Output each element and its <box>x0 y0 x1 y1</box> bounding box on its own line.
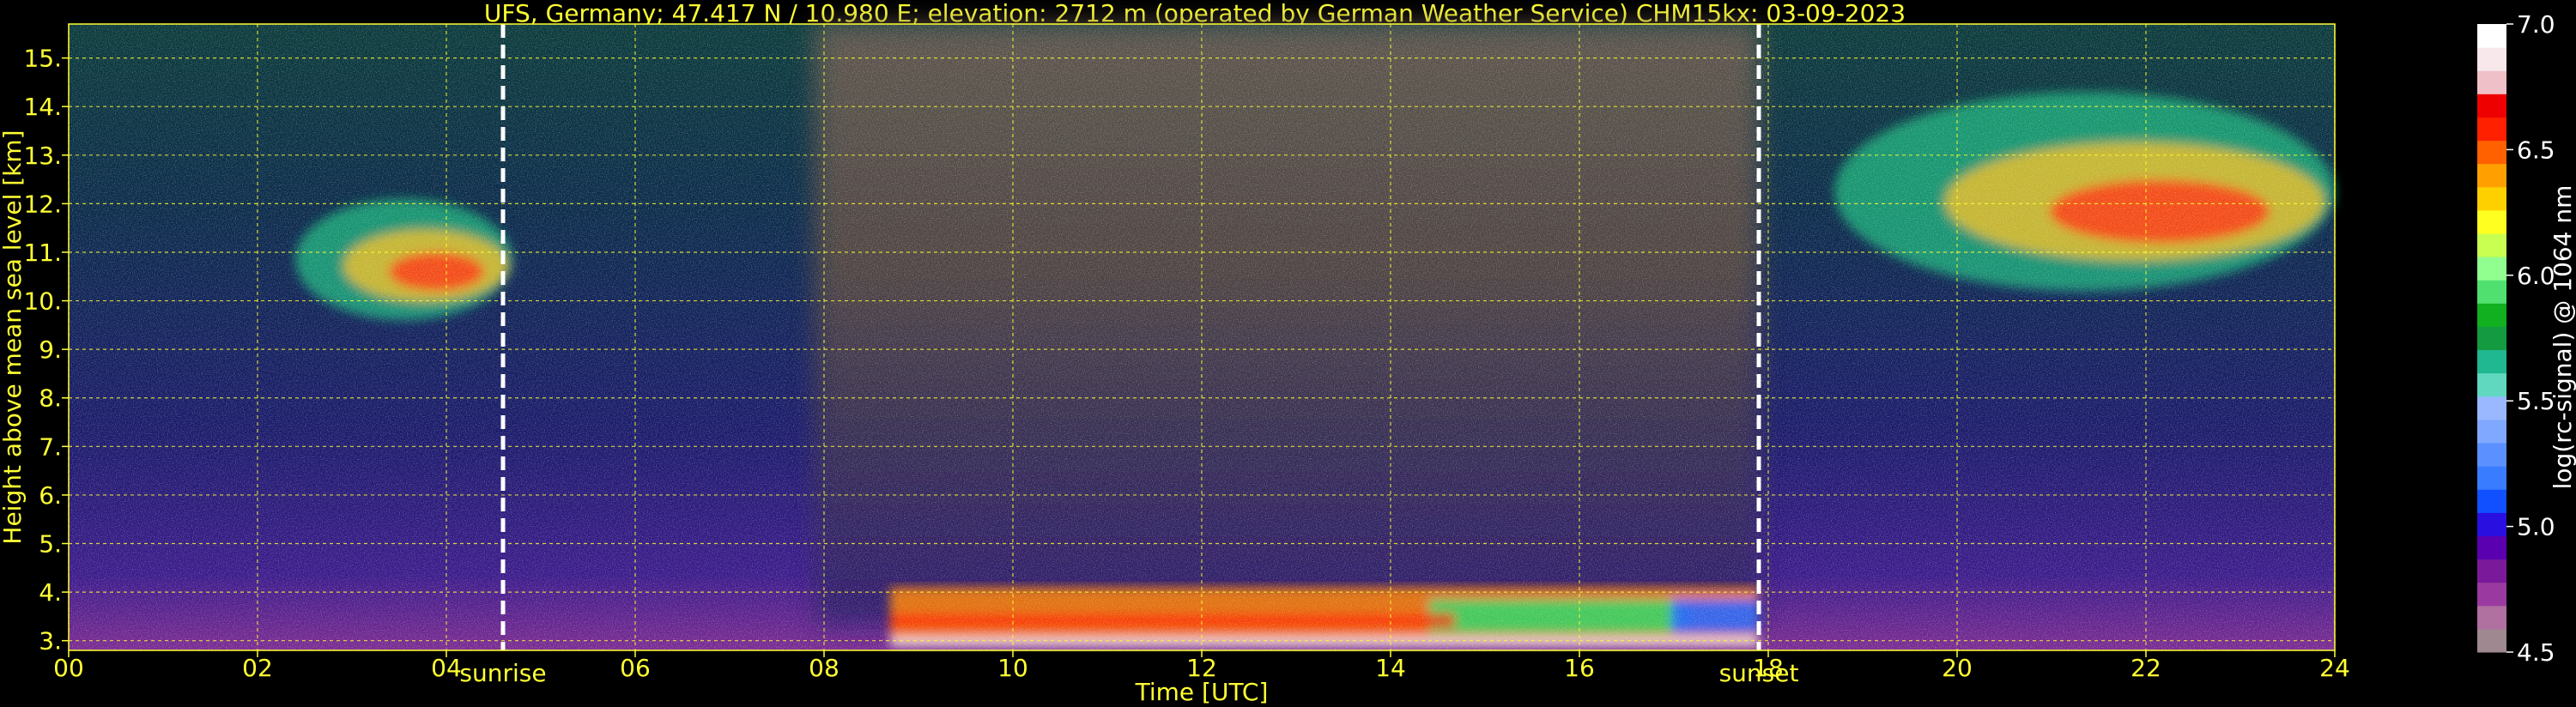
colorbar-segment <box>2477 396 2506 420</box>
colorbar-tick-label: 7.0 <box>2517 10 2555 39</box>
colorbar-segment <box>2477 419 2506 444</box>
colorbar-segment <box>2477 535 2506 560</box>
colorbar-label: log(rc-signal) @ 1064 nm <box>2549 185 2576 490</box>
colorbar-segment <box>2477 326 2506 351</box>
colorbar-segment <box>2477 186 2506 211</box>
colorbar-segment <box>2477 257 2506 281</box>
colorbar-segment <box>2477 605 2506 630</box>
x-tick-label: 00 <box>53 654 84 682</box>
x-tick-label: 16 <box>1564 654 1595 682</box>
colorbar-segment <box>2477 70 2506 94</box>
colorbar-segments <box>2477 24 2506 653</box>
ceilometer-chart: UFS, Germany; 47.417 N / 10.980 E; eleva… <box>0 0 2576 706</box>
colorbar-segment <box>2477 24 2506 48</box>
colorbar-segment <box>2477 280 2506 304</box>
plot-area <box>68 23 2336 651</box>
y-tick-label: 4. <box>39 578 62 607</box>
colorbar-tick-label: 5.0 <box>2517 513 2555 541</box>
colorbar-segment <box>2477 163 2506 188</box>
colorbar-segment <box>2477 582 2506 607</box>
chart-title: UFS, Germany; 47.417 N / 10.980 E; eleva… <box>484 0 1906 27</box>
x-tick-label: 14 <box>1375 654 1406 682</box>
colorbar-segment <box>2477 209 2506 234</box>
y-tick-label: 7. <box>39 432 62 461</box>
colorbar-segment <box>2477 559 2506 583</box>
x-tick-label: 04 <box>431 654 462 682</box>
x-tick-label: 20 <box>1942 654 1973 682</box>
colorbar-segment <box>2477 233 2506 257</box>
y-axis-ticks: 3. 4. 5. 6. 7. 8. 9. 10. 11. 12. 13. 14. 15. <box>23 45 69 656</box>
x-tick-label: 24 <box>2319 654 2350 682</box>
colorbar-segment <box>2477 489 2506 513</box>
y-tick-label: 9. <box>39 335 62 364</box>
colorbar-segment <box>2477 47 2506 71</box>
y-tick-label: 5. <box>39 530 62 559</box>
annotation-label: sunset <box>1719 659 1799 687</box>
colorbar-segment <box>2477 140 2506 165</box>
colorbar-tick-label: 6.5 <box>2517 136 2555 164</box>
y-tick-label: 15. <box>23 45 62 73</box>
y-tick-label: 6. <box>39 481 62 510</box>
y-tick-label: 11. <box>23 239 62 267</box>
colorbar-segment <box>2477 303 2506 327</box>
x-tick-label: 06 <box>620 654 651 682</box>
colorbar-segment <box>2477 94 2506 118</box>
y-tick-label: 10. <box>23 287 62 316</box>
x-tick-label: 10 <box>997 654 1028 682</box>
x-tick-label: 02 <box>242 654 273 682</box>
colorbar-segment <box>2477 466 2506 490</box>
y-tick-label: 12. <box>23 190 62 218</box>
y-tick-label: 8. <box>39 384 62 413</box>
x-tick-label: 08 <box>809 654 839 682</box>
colorbar-segment <box>2477 117 2506 142</box>
colorbar-segment <box>2477 628 2506 653</box>
colorbar: 4.55.05.56.06.57.0 log(rc-signal) @ 1064… <box>2477 10 2576 667</box>
y-axis-label: Height above mean sea level [km] <box>0 130 27 544</box>
colorbar-segment <box>2477 443 2506 467</box>
x-tick-label: 22 <box>2131 654 2161 682</box>
colorbar-segment <box>2477 372 2506 397</box>
y-tick-label: 13. <box>23 142 62 170</box>
y-tick-label: 3. <box>39 627 62 656</box>
colorbar-tick-label: 4.5 <box>2517 638 2555 667</box>
signal-noise-overlay <box>69 24 2335 650</box>
x-axis-label: Time [UTC] <box>1135 678 1269 706</box>
annotation-label: sunrise <box>459 659 546 687</box>
y-tick-label: 14. <box>23 93 62 121</box>
colorbar-segment <box>2477 512 2506 536</box>
colorbar-segment <box>2477 349 2506 374</box>
